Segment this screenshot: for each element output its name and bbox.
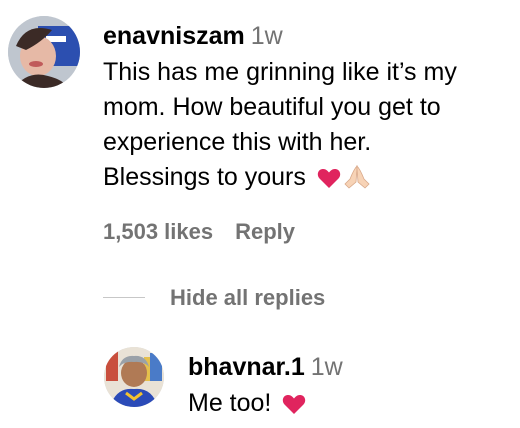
avatar[interactable] [104, 347, 164, 407]
avatar[interactable] [8, 16, 80, 88]
comment-text-line: Blessings to yours [103, 163, 306, 191]
comment-username[interactable]: enavniszam [103, 22, 245, 50]
reply-username[interactable]: bhavnar.1 [188, 353, 305, 381]
red-heart-icon [317, 164, 341, 199]
reply-text: Me too! [188, 389, 272, 417]
comment-time: 1w [250, 22, 283, 50]
comment-text-line: mom. How beautiful you get to [103, 93, 441, 121]
comment-actions: 1,503 likes Reply [103, 219, 295, 245]
comment-text: This has me grinning like it’s my mom. H… [103, 55, 513, 199]
reply-time: 1w [310, 353, 343, 381]
reply-comment: bhavnar.1 1w Me too! [188, 352, 508, 425]
avatar-photo [104, 347, 164, 407]
reply-button[interactable]: Reply [235, 219, 295, 245]
reply-text-line: Me too! [188, 386, 508, 425]
comment-text-line: This has me grinning like it’s my [103, 58, 457, 86]
reply-header: bhavnar.1 1w [188, 352, 508, 382]
comment-header: enavniszam 1w [103, 21, 513, 51]
comment: enavniszam 1w This has me grinning like i… [103, 21, 513, 199]
likes-count[interactable]: 1,503 likes [103, 219, 213, 245]
comment-text-line-last: Blessings to yours [103, 160, 513, 199]
red-heart-icon [282, 390, 306, 425]
replies-divider [103, 297, 145, 298]
hide-replies-button[interactable]: Hide all replies [170, 285, 325, 311]
folded-hands-icon [343, 164, 371, 199]
comment-text-line: experience this with her. [103, 128, 372, 156]
avatar-photo [8, 16, 80, 88]
